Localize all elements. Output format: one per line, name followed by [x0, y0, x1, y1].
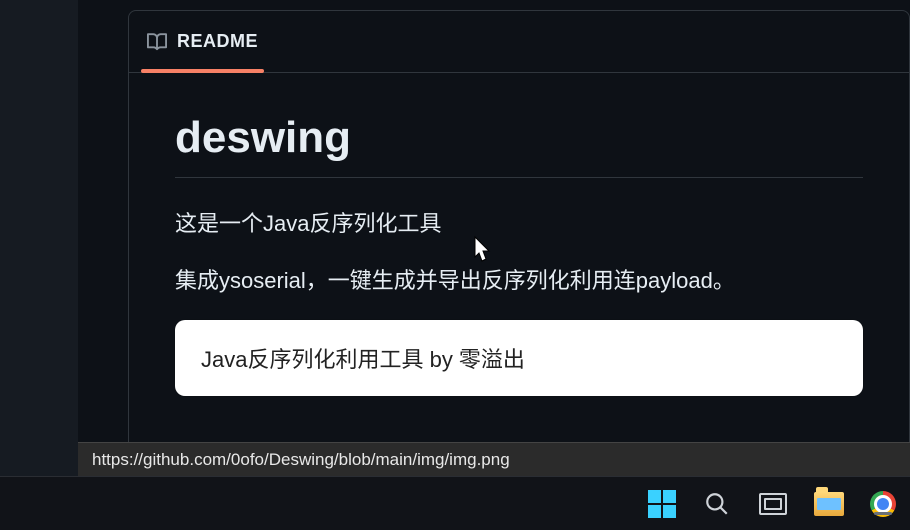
task-view-icon [759, 493, 787, 515]
readme-tab-label: README [177, 31, 258, 52]
readme-image-link[interactable]: Java反序列化利用工具 by 零溢出 [175, 320, 863, 396]
readme-body: deswing 这是一个Java反序列化工具 集成ysoserial，一键生成并… [129, 73, 909, 396]
file-explorer-button[interactable] [814, 492, 844, 516]
windows-taskbar [0, 476, 910, 530]
search-button[interactable] [702, 489, 732, 519]
active-indicator [874, 512, 892, 515]
search-icon [704, 491, 730, 517]
page-shell: README deswing 这是一个Java反序列化工具 集成ysoseria… [0, 0, 910, 530]
taskbar-center [648, 477, 910, 530]
status-url: https://github.com/0ofo/Deswing/blob/mai… [92, 450, 510, 470]
tab-underline [141, 69, 264, 73]
folder-icon [814, 492, 844, 516]
readme-image-caption: Java反序列化利用工具 by 零溢出 [201, 347, 525, 372]
readme-paragraph-1: 这是一个Java反序列化工具 [175, 206, 863, 241]
readme-tabbar: README [129, 11, 909, 73]
task-view-button[interactable] [758, 489, 788, 519]
readme-title: deswing [175, 113, 863, 178]
browser-status-bar: https://github.com/0ofo/Deswing/blob/mai… [78, 442, 910, 476]
windows-logo-icon [648, 490, 676, 518]
start-button[interactable] [648, 490, 676, 518]
readme-card: README deswing 这是一个Java反序列化工具 集成ysoseria… [128, 10, 910, 460]
readme-paragraph-2: 集成ysoserial，一键生成并导出反序列化利用连payload。 [175, 263, 863, 298]
readme-tab[interactable]: README [147, 11, 258, 72]
chrome-button[interactable] [870, 491, 896, 517]
left-gutter [0, 0, 78, 480]
book-icon [147, 32, 167, 52]
